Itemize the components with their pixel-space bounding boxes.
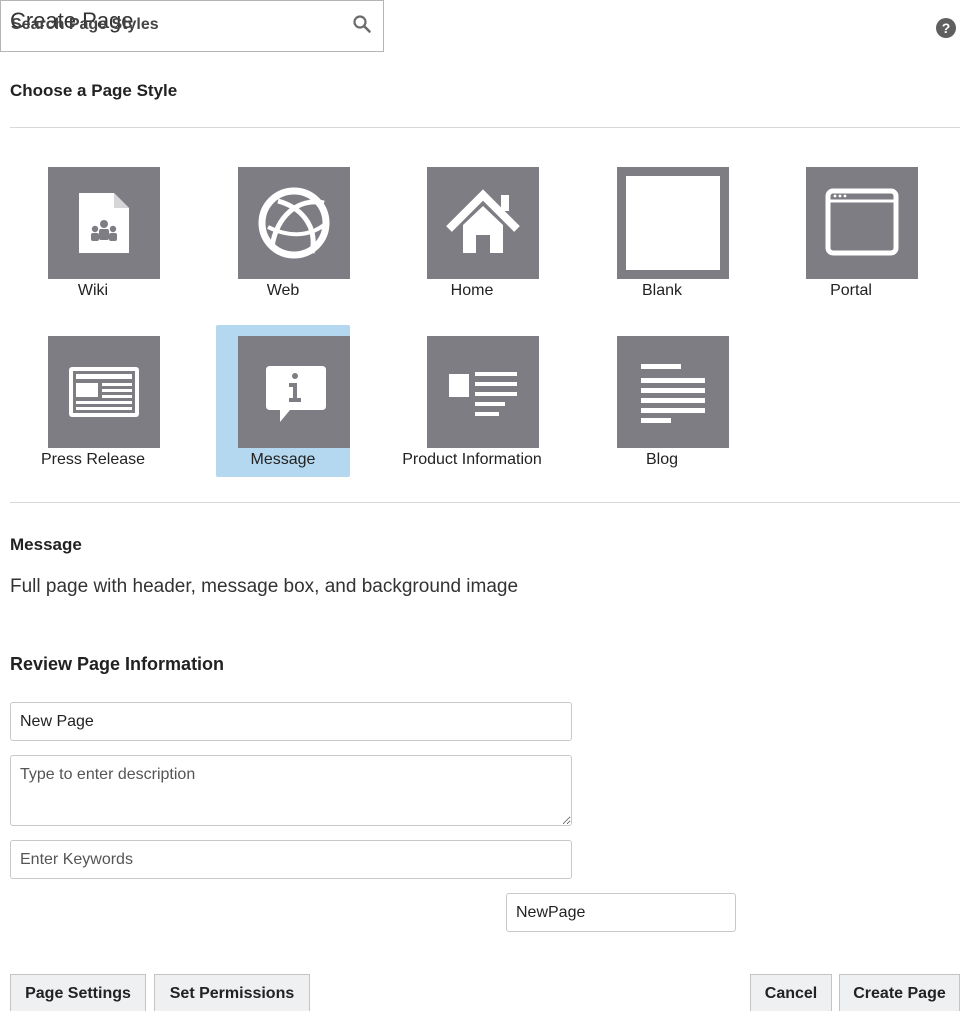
review-heading: Review Page Information	[10, 654, 225, 674]
selected-style-title: Message	[10, 535, 82, 554]
page-url-field[interactable]	[506, 893, 736, 932]
style-tile-label: Blog	[645, 451, 679, 468]
style-tile-label: Message	[250, 451, 316, 468]
set-permissions-button[interactable]: Set Permissions	[154, 974, 310, 1011]
blank-icon	[617, 167, 729, 279]
page-settings-button[interactable]: Page Settings	[10, 974, 146, 1011]
style-tile-label: Product Information	[402, 451, 542, 468]
choose-style-heading: Choose a Page Style	[10, 81, 178, 100]
create-page-button[interactable]: Create Page	[839, 974, 960, 1011]
style-tile-blank[interactable]: Blank	[595, 156, 729, 308]
search-box	[0, 0, 384, 52]
press-release-icon	[48, 336, 160, 448]
style-tile-blog[interactable]: Blog	[595, 325, 729, 477]
page-name-field[interactable]	[10, 702, 572, 741]
search-input[interactable]	[0, 0, 330, 50]
blog-icon	[617, 336, 729, 448]
divider	[10, 127, 960, 128]
style-tile-label: Blank	[641, 282, 683, 299]
style-tile-label: Portal	[830, 282, 872, 299]
style-tile-portal[interactable]: Portal	[784, 156, 918, 308]
style-tile-product-information[interactable]: Product Information	[402, 325, 542, 477]
divider	[10, 502, 960, 503]
style-tile-label: Home	[450, 282, 494, 299]
web-icon	[238, 167, 350, 279]
selected-style-description: Full page with header, message box, and …	[10, 576, 519, 597]
product-information-icon	[427, 336, 539, 448]
wiki-icon	[48, 167, 160, 279]
style-tile-label: Press Release	[40, 451, 146, 468]
style-tile-home[interactable]: Home	[405, 156, 539, 308]
style-tile-wiki[interactable]: Wiki	[26, 156, 160, 308]
home-icon	[427, 167, 539, 279]
message-icon	[238, 336, 350, 448]
portal-icon	[806, 167, 918, 279]
keywords-field[interactable]	[10, 840, 572, 879]
style-tile-label: Web	[266, 282, 300, 299]
search-icon[interactable]	[352, 14, 372, 34]
description-field[interactable]	[10, 755, 572, 826]
style-tile-web[interactable]: Web	[216, 156, 350, 308]
style-tile-message[interactable]: Message	[216, 325, 350, 477]
cancel-button[interactable]: Cancel	[750, 974, 832, 1011]
help-icon[interactable]: ?	[936, 18, 956, 38]
style-tile-label: Wiki	[77, 282, 109, 299]
style-tile-press-release[interactable]: Press Release	[26, 325, 160, 477]
